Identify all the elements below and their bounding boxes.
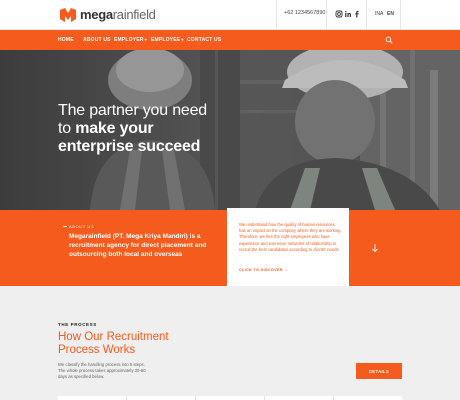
main-nav: HOME ABOUT US EMPLOYER▾ EMPLOYEE▾ CONTAC…: [0, 30, 460, 50]
process-step-tab[interactable]: [127, 396, 196, 400]
nav-item-home[interactable]: HOME: [58, 37, 74, 43]
top-bar: megarainfield +62 1234567890 INA EN: [0, 0, 460, 30]
divider: [366, 0, 367, 30]
logo[interactable]: megarainfield: [59, 7, 156, 23]
nav-item-employer[interactable]: EMPLOYER▾: [114, 37, 147, 43]
hero-line-1: The partner you need: [58, 102, 207, 119]
facebook-icon[interactable]: [353, 10, 361, 18]
about-text: Megarainfield (PT. Mega Kriya Mandiri) i…: [69, 233, 207, 258]
logo-text: megarainfield: [80, 7, 156, 22]
chevron-down-icon: ▾: [144, 37, 147, 42]
logo-mark-icon: [60, 8, 76, 22]
process-step-tab[interactable]: [265, 396, 334, 400]
details-button[interactable]: DETAILS: [356, 363, 402, 379]
divider: [400, 0, 401, 30]
linkedin-icon[interactable]: [344, 10, 352, 18]
process-description: We classify the handling process into 5 …: [58, 362, 146, 380]
process-step-tab[interactable]: [196, 396, 265, 400]
process-label: THE PROCESS: [58, 322, 97, 327]
lang-en[interactable]: EN: [387, 11, 394, 17]
process-section: THE PROCESS How Our Recruitment Process …: [0, 286, 460, 400]
about-label: ABOUT US: [62, 224, 95, 229]
process-steps-strip: [58, 396, 402, 400]
divider: [326, 0, 327, 30]
hero-headline: The partner you need to make your enterp…: [58, 102, 207, 156]
search-icon[interactable]: [385, 36, 393, 44]
divider: [276, 0, 277, 30]
hero-line-3: enterprise succeed: [58, 138, 201, 155]
nav-item-employee[interactable]: EMPLOYEE▾: [151, 37, 184, 43]
process-step-tab[interactable]: [334, 396, 402, 400]
phone-number[interactable]: +62 1234567890: [284, 10, 325, 16]
process-title: How Our Recruitment Process Works: [58, 331, 169, 356]
hero-line-2: to make your: [58, 120, 154, 137]
nav-item-about-us[interactable]: ABOUT US: [83, 37, 111, 43]
instagram-icon[interactable]: [335, 10, 343, 18]
hero-banner: The partner you need to make your enterp…: [0, 50, 460, 210]
card-text: We understand how the quality of human r…: [239, 222, 342, 252]
nav-item-contact-us[interactable]: CONTACT US: [187, 37, 221, 43]
chevron-down-icon: ▾: [181, 37, 184, 42]
process-step-tab[interactable]: [58, 396, 127, 400]
arrow-down-icon[interactable]: [370, 243, 380, 253]
about-band-right: [349, 210, 460, 286]
about-section: ABOUT US Megarainfield (PT. Mega Kriya M…: [58, 210, 227, 286]
lang-ina[interactable]: INA: [375, 11, 383, 17]
about-card: We understand how the quality of human r…: [227, 208, 349, 286]
about-band-left: [0, 210, 58, 286]
discover-link[interactable]: CLICK TO DISCOVER →: [239, 268, 288, 272]
